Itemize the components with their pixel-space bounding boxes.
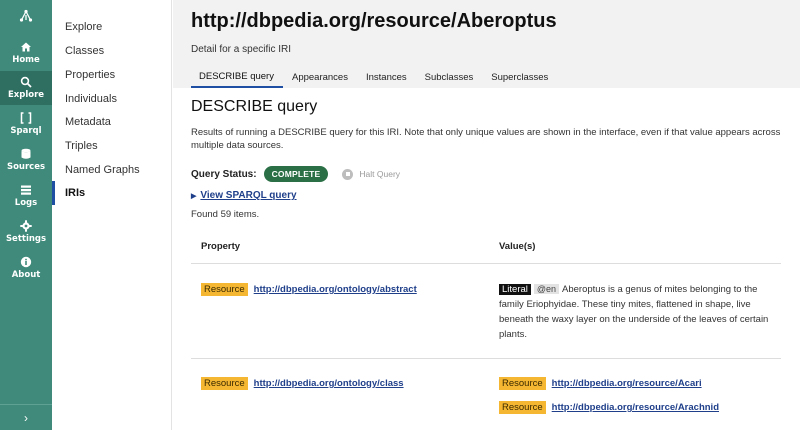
table-row: Resource http://dbpedia.org/ontology/abs… — [191, 264, 781, 359]
tab-subclasses[interactable]: Subclasses — [416, 66, 483, 88]
resource-badge: Resource — [499, 377, 546, 390]
search-icon — [20, 76, 32, 88]
detail-tabs: DESCRIBE query Appearances Instances Sub… — [191, 66, 557, 88]
subnav-item-triples[interactable]: Triples — [52, 134, 172, 158]
tab-superclasses[interactable]: Superclasses — [482, 66, 557, 88]
result-count: Found 59 items. — [191, 209, 260, 220]
rail-label-home: Home — [12, 55, 40, 65]
query-status-row: Query Status: COMPLETE Halt Query — [191, 166, 400, 182]
halt-query-label: Halt Query — [359, 169, 401, 179]
rail-label-settings: Settings — [5, 234, 47, 244]
column-header-property: Property — [201, 241, 241, 252]
stop-icon — [342, 168, 354, 180]
view-sparql-label: View SPARQL query — [200, 190, 297, 201]
property-cell: Resource http://dbpedia.org/ontology/cla… — [201, 377, 404, 390]
info-icon — [20, 256, 32, 268]
table-row: Resource http://dbpedia.org/ontology/cla… — [191, 359, 781, 430]
rail-label-about: About — [11, 270, 41, 280]
caret-right-icon: ▶ — [191, 192, 197, 200]
view-sparql-toggle[interactable]: ▶ View SPARQL query — [191, 190, 297, 201]
property-cell: Resource http://dbpedia.org/ontology/abs… — [201, 283, 417, 296]
section-title: DESCRIBE query — [191, 98, 318, 115]
chevron-right-icon: › — [24, 410, 28, 425]
describe-content: DESCRIBE query Results of running a DESC… — [173, 88, 800, 430]
rail-item-home[interactable]: Home — [0, 36, 52, 70]
tab-describe-query[interactable]: DESCRIBE query — [191, 66, 283, 88]
home-icon — [21, 42, 31, 52]
logo-icon — [19, 9, 33, 22]
tab-appearances[interactable]: Appearances — [283, 66, 357, 88]
results-table-header: Property Value(s) — [191, 228, 781, 264]
page-subtitle: Detail for a specific IRI — [191, 44, 292, 55]
gear-icon — [20, 220, 32, 232]
rail-label-sources: Sources — [6, 162, 46, 172]
subnav-item-classes[interactable]: Classes — [52, 39, 172, 63]
subnav-item-iris[interactable]: IRIs — [52, 181, 172, 205]
resource-badge: Resource — [201, 377, 248, 390]
resource-badge: Resource — [201, 283, 248, 296]
app-rail: Home Explore Sparql Sources Logs Setting… — [0, 0, 52, 430]
brackets-icon — [20, 112, 32, 124]
rail-item-settings[interactable]: Settings — [0, 215, 52, 249]
property-link[interactable]: http://dbpedia.org/ontology/abstract — [254, 284, 417, 295]
value-item: Resource http://dbpedia.org/resource/Aca… — [499, 377, 702, 390]
subnav-item-properties[interactable]: Properties — [52, 63, 172, 87]
page-title: http://dbpedia.org/resource/Aberoptus — [191, 10, 557, 32]
status-badge: COMPLETE — [263, 166, 329, 182]
rail-item-logs[interactable]: Logs — [0, 179, 52, 213]
rail-label-sparql: Sparql — [10, 126, 42, 136]
list-icon — [21, 185, 31, 195]
value-cell: Literal @en Aberoptus is a genus of mites … — [499, 282, 769, 342]
property-link[interactable]: http://dbpedia.org/ontology/class — [254, 378, 404, 389]
main-panel: http://dbpedia.org/resource/Aberoptus De… — [173, 0, 800, 430]
rail-item-sparql[interactable]: Sparql — [0, 107, 52, 141]
explore-subnav: Explore Classes Properties Individuals M… — [52, 0, 172, 430]
literal-badge: Literal — [499, 284, 531, 295]
database-icon — [21, 148, 31, 159]
subnav-item-explore[interactable]: Explore — [52, 15, 172, 39]
value-item: Resource http://dbpedia.org/resource/Ara… — [499, 401, 719, 414]
language-badge: @en — [533, 284, 560, 294]
rail-item-sources[interactable]: Sources — [0, 143, 52, 177]
subnav-item-named-graphs[interactable]: Named Graphs — [52, 158, 172, 182]
value-link[interactable]: http://dbpedia.org/resource/Acari — [552, 378, 702, 389]
resource-badge: Resource — [499, 401, 546, 414]
app-logo[interactable] — [0, 0, 52, 32]
value-link[interactable]: http://dbpedia.org/resource/Arachnid — [552, 402, 719, 413]
halt-query-button[interactable]: Halt Query — [342, 168, 401, 180]
section-description: Results of running a DESCRIBE query for … — [191, 127, 781, 151]
tab-instances[interactable]: Instances — [357, 66, 416, 88]
rail-label-logs: Logs — [14, 198, 38, 208]
column-header-values: Value(s) — [499, 241, 536, 252]
rail-item-about[interactable]: About — [0, 251, 52, 285]
expand-rail-button[interactable]: › — [0, 404, 52, 430]
query-status-label: Query Status: — [191, 168, 257, 180]
page-header: http://dbpedia.org/resource/Aberoptus De… — [173, 0, 800, 88]
rail-label-explore: Explore — [7, 90, 45, 100]
rail-item-explore[interactable]: Explore — [0, 71, 52, 105]
subnav-item-metadata[interactable]: Metadata — [52, 110, 172, 134]
subnav-item-individuals[interactable]: Individuals — [52, 87, 172, 111]
